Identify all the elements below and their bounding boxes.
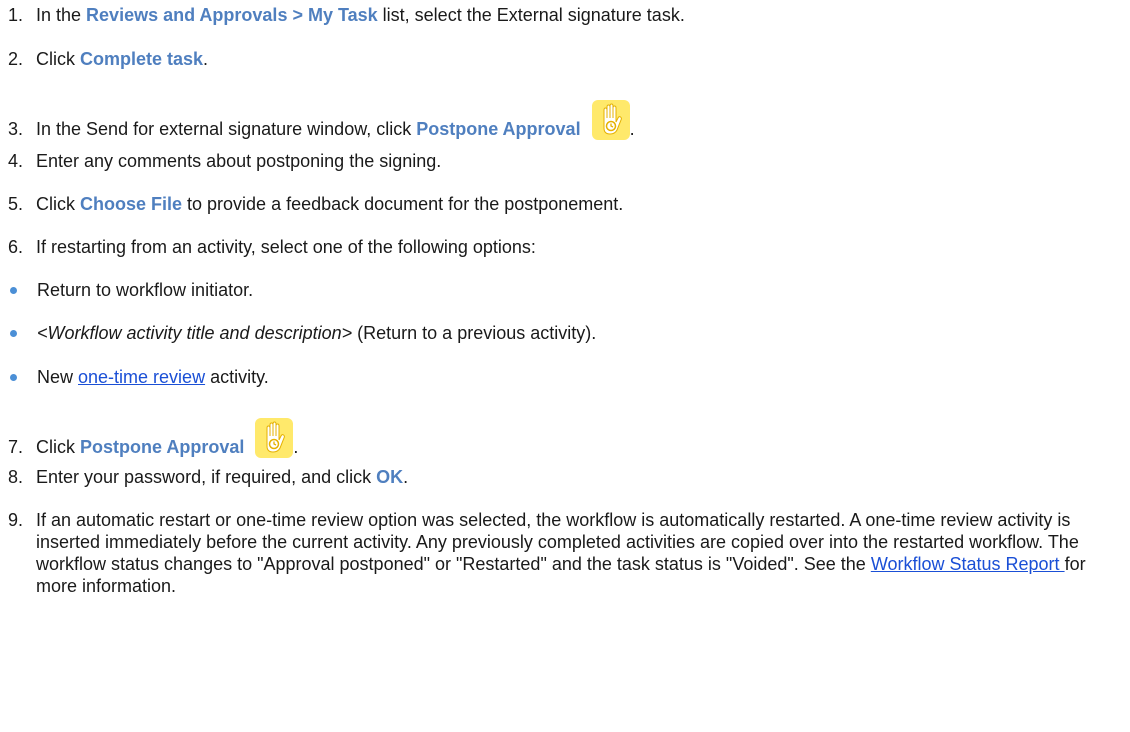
step-2: 2. Click Complete task.	[8, 49, 209, 69]
step-6: 6. If restarting from an activity, select…	[8, 237, 536, 257]
postpone-approval-ref: Postpone Approval	[80, 437, 245, 457]
complete-task-ref: Complete task	[80, 49, 204, 69]
step-7: 7. Click Postpone Approval .	[8, 418, 1120, 458]
bullet-icon	[10, 329, 17, 337]
step-5: 5. Click Choose File to provide a feedbac…	[8, 194, 624, 214]
postpone-approval-ref: Postpone Approval	[416, 119, 581, 139]
reviews-approvals-my-task-ref: Reviews and Approvals > My Task	[86, 5, 378, 25]
step-8: 8. Enter your password, if required, and …	[8, 467, 409, 487]
step-3: 3. In the Send for external signature win…	[8, 100, 1120, 140]
option-one-time-review: New one-time review activity.	[8, 366, 269, 388]
ok-ref: OK	[376, 467, 404, 487]
bullet-icon	[10, 286, 17, 294]
step-1: 1. In the Reviews and Approvals > My Task…	[8, 5, 685, 25]
postpone-approval-icon	[591, 100, 630, 140]
postpone-approval-icon	[255, 418, 294, 458]
bullet-icon	[10, 373, 17, 381]
option-previous-activity: <Workflow activity title and description…	[8, 322, 596, 344]
step-4: 4. Enter any comments about postponing th…	[8, 151, 442, 171]
one-time-review-link[interactable]: one-time review	[78, 367, 205, 387]
step-9: 9. If an automatic restart or one-time r…	[8, 510, 1086, 596]
choose-file-ref: Choose File	[80, 194, 183, 214]
option-return-initiator: Return to workflow initiator.	[8, 279, 253, 301]
workflow-status-report-link[interactable]: Workflow Status Report	[871, 554, 1065, 574]
